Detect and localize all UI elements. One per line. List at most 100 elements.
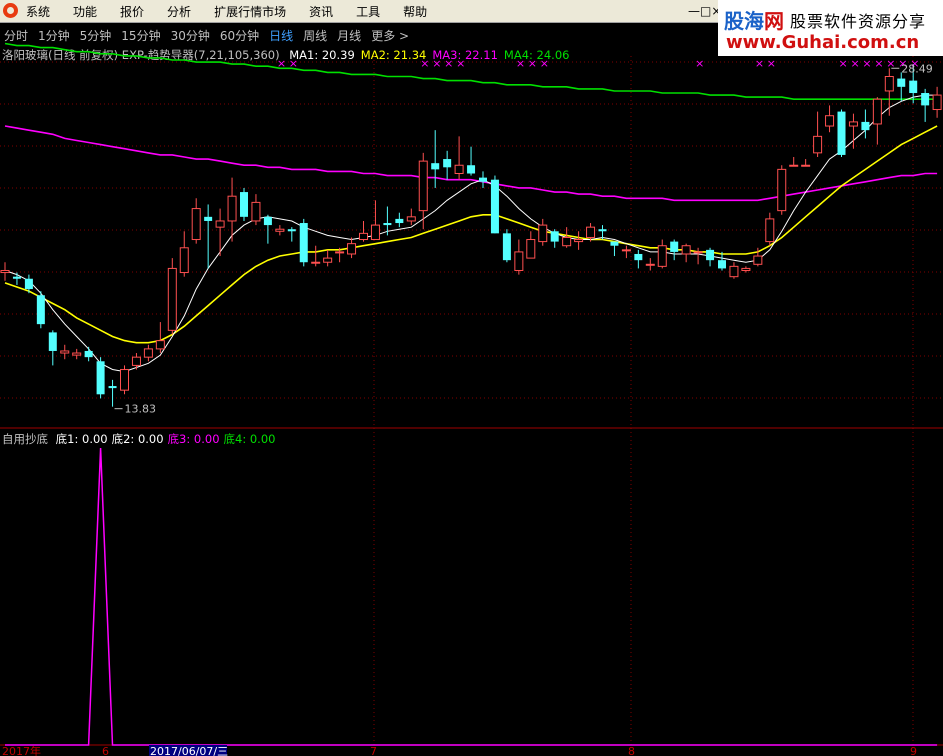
- signal-mark-4: ×: [444, 57, 453, 70]
- candle-body-14: [167, 267, 177, 331]
- sub-indicator-line: [5, 447, 938, 746]
- candle-body-6: [72, 352, 82, 356]
- sub-indicator-name: 自用抄底: [2, 432, 48, 446]
- candle-body-61: [729, 265, 739, 278]
- candle-body-27: [323, 257, 333, 263]
- candle-body-71: [848, 121, 858, 127]
- axis-label-4: 8: [628, 745, 635, 756]
- sub-value-label-2: 底2: 0.00: [111, 432, 164, 446]
- candle-body-8: [96, 361, 105, 395]
- kline-chart[interactable]: × × × × × × × × × × × × × × × × × × ×28.4913.832017年 6 2017/…: [0, 0, 943, 756]
- candle-body-60: [718, 260, 726, 269]
- candle-body-2: [24, 278, 33, 290]
- ma4-line: [4, 42, 938, 100]
- candle-body-55: [657, 245, 667, 267]
- candle-body-31: [370, 224, 380, 241]
- candle-body-45: [538, 224, 548, 243]
- candle-body-64: [765, 218, 775, 243]
- sub-indicator-line: 自用抄底 底1: 0.00 底2: 0.00 底3: 0.00 底4: 0.00: [2, 431, 275, 447]
- candle-body-33: [395, 218, 404, 224]
- candle-body-13: [155, 340, 165, 350]
- candle-body-44: [526, 239, 536, 259]
- candle-body-46: [550, 231, 559, 242]
- candle-body-4: [48, 332, 57, 351]
- candle-body-65: [777, 168, 787, 212]
- candle-body-22: [263, 216, 272, 226]
- candle-body-21: [251, 201, 261, 222]
- candle-body-77: [921, 93, 930, 106]
- signal-mark-10: ×: [755, 57, 764, 70]
- candle-body-42: [502, 233, 511, 261]
- signal-mark-7: ×: [528, 57, 537, 70]
- candle-body-59: [706, 249, 715, 261]
- signal-mark-15: ×: [874, 57, 883, 70]
- high-price-label: 28.49: [901, 62, 933, 75]
- candle-body-12: [143, 348, 153, 358]
- axis-label-1: 6: [102, 745, 109, 756]
- axis-label-3: 7: [370, 745, 377, 756]
- signal-mark-5: ×: [456, 57, 465, 70]
- candle-body-28: [335, 251, 345, 254]
- signal-mark-9: ×: [695, 57, 704, 70]
- candle-body-51: [610, 241, 619, 246]
- candle-body-29: [347, 243, 357, 255]
- sub-value-label-1: 底1: 0.00: [55, 432, 108, 446]
- ma1-line: [4, 94, 938, 373]
- candle-body-36: [431, 163, 440, 170]
- candle-body-5: [60, 350, 70, 354]
- signal-mark-1: ×: [289, 57, 298, 70]
- candle-body-38: [454, 164, 464, 174]
- candle-body-16: [191, 208, 201, 241]
- candle-body-35: [418, 160, 428, 212]
- candle-body-7: [84, 350, 93, 358]
- candle-body-50: [598, 229, 607, 232]
- candle-body-48: [574, 239, 584, 243]
- signal-mark-3: ×: [432, 57, 441, 70]
- candle-body-19: [227, 195, 237, 222]
- candle-body-57: [681, 245, 691, 255]
- signal-mark-12: ×: [839, 57, 848, 70]
- candle-body-67: [801, 164, 811, 167]
- axis-label-2: 2017/06/07/三: [150, 745, 228, 756]
- candle-body-41: [490, 179, 499, 234]
- candle-body-62: [741, 267, 751, 271]
- candle-body-58: [693, 251, 703, 254]
- axis-label-0: 2017年: [2, 744, 41, 756]
- candle-body-32: [383, 223, 392, 226]
- candle-body-75: [897, 78, 906, 87]
- candle-body-70: [837, 111, 846, 155]
- candle-body-20: [240, 192, 248, 217]
- candle-body-43: [514, 251, 524, 271]
- candle-body-23: [275, 228, 285, 232]
- candle-body-63: [753, 255, 763, 265]
- candle-body-69: [825, 115, 835, 127]
- candle-body-1: [12, 276, 21, 279]
- signal-mark-14: ×: [862, 57, 871, 70]
- candle-body-49: [586, 226, 596, 238]
- candle-body-17: [204, 216, 213, 221]
- candle-body-3: [36, 295, 45, 325]
- candle-body-52: [621, 249, 631, 252]
- signal-mark-13: ×: [850, 57, 859, 70]
- candle-body-11: [131, 356, 141, 366]
- candle-body-15: [179, 247, 189, 274]
- candle-body-47: [562, 236, 572, 247]
- candle-body-34: [406, 216, 416, 222]
- candle-body-9: [108, 386, 117, 389]
- candle-body-24: [287, 229, 296, 232]
- signal-mark-6: ×: [516, 57, 525, 70]
- signal-mark-11: ×: [767, 57, 776, 70]
- candle-body-54: [645, 263, 655, 266]
- candle-body-56: [670, 241, 679, 252]
- candle-body-72: [861, 121, 870, 131]
- candle-body-39: [467, 165, 476, 174]
- signal-mark-8: ×: [540, 57, 549, 70]
- candle-body-74: [884, 76, 894, 92]
- axis-label-5: 9: [910, 745, 917, 756]
- candle-body-66: [789, 164, 799, 167]
- signal-mark-0: ×: [277, 57, 286, 70]
- candle-body-26: [311, 261, 321, 264]
- low-price-label: 13.83: [125, 403, 157, 416]
- candle-body-10: [120, 369, 129, 391]
- sub-value-label-4: 底4: 0.00: [223, 432, 276, 446]
